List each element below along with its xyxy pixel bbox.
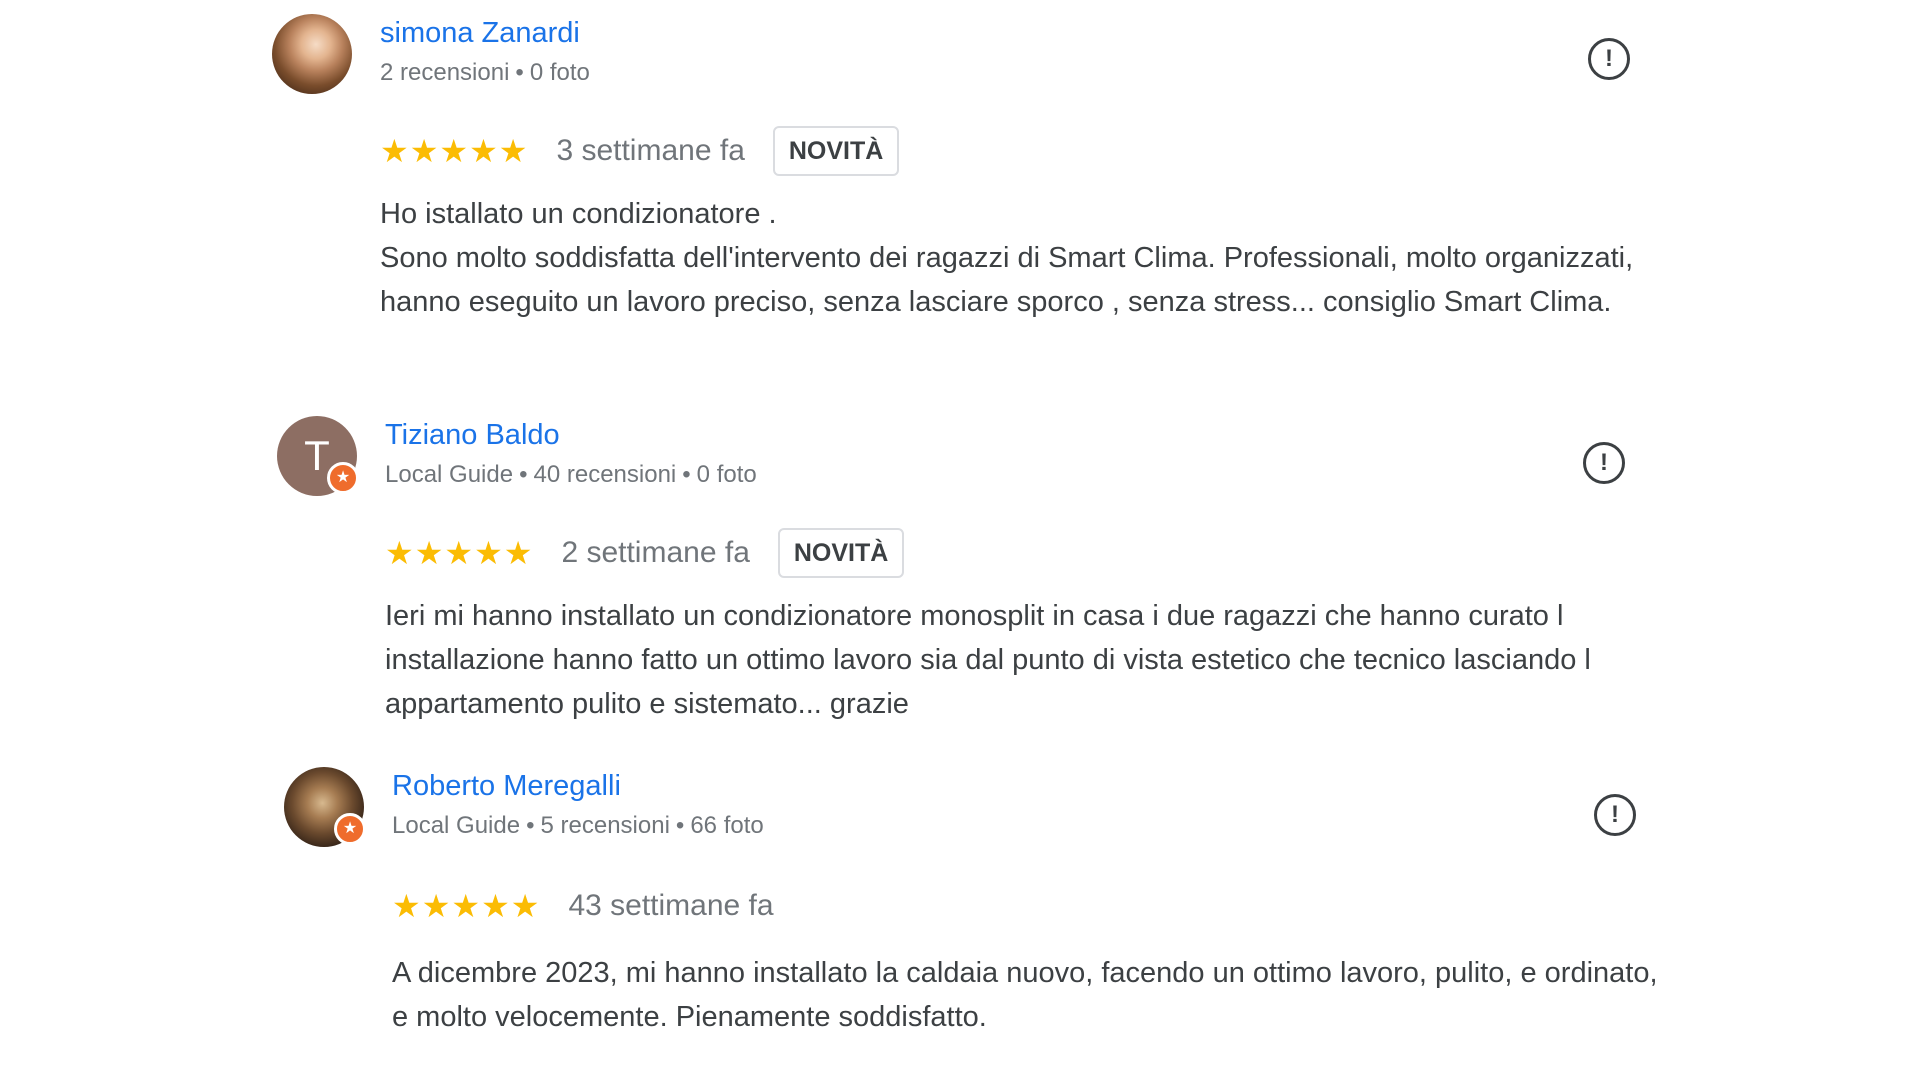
star-rating: ★★★★★ xyxy=(380,133,529,169)
reviews-list: simona Zanardi 2 recensioni • 0 foto ! ★★★… xyxy=(0,0,1920,1080)
author-name-link[interactable]: Tiziano Baldo xyxy=(385,416,757,454)
separator-dot: • xyxy=(682,461,691,488)
report-icon[interactable]: ! xyxy=(1583,442,1625,484)
photo-count: 66 foto xyxy=(690,812,764,839)
separator-dot: • xyxy=(526,812,535,839)
new-badge: NOVITÀ xyxy=(772,126,900,176)
separator-dot: • xyxy=(675,812,685,839)
report-icon[interactable]: ! xyxy=(1588,38,1630,80)
avatar[interactable] xyxy=(272,14,352,94)
rating-row: ★★★★★ 43 settimane fa xyxy=(392,885,774,927)
review-count: 5 recensioni xyxy=(540,812,670,839)
report-icon[interactable]: ! xyxy=(1594,794,1636,836)
local-guide-label: Local Guide xyxy=(392,812,521,839)
author-info: Tiziano Baldo Local Guide • 40 recensioni •… xyxy=(385,416,757,492)
avatar[interactable]: T ★ xyxy=(277,416,359,496)
star-rating: ★★★★★ xyxy=(385,535,534,571)
review-date: 3 settimane fa xyxy=(556,134,745,167)
star-rating: ★★★★★ xyxy=(392,888,541,924)
local-guide-star-icon: ★ xyxy=(327,462,359,494)
author-name-link[interactable]: simona Zanardi xyxy=(380,14,590,52)
photo-count: 0 foto xyxy=(529,59,590,86)
author-info: Roberto Meregalli Local Guide • 5 recensio… xyxy=(392,767,764,843)
review-date: 43 settimane fa xyxy=(568,889,774,922)
review-text: A dicembre 2023, mi hanno installato la … xyxy=(392,957,1658,1033)
review-text: Ho istallato un condizionatore . Sono mo… xyxy=(380,198,1634,318)
rating-row: ★★★★★ 3 settimane fa NOVITÀ xyxy=(380,126,900,176)
rating-row: ★★★★★ 2 settimane fa NOVITÀ xyxy=(385,528,905,578)
local-guide-star-icon: ★ xyxy=(334,813,366,845)
review-count: 2 recensioni xyxy=(380,59,510,86)
author-name-link[interactable]: Roberto Meregalli xyxy=(392,767,764,805)
local-guide-label: Local Guide xyxy=(385,461,514,488)
author-meta: Local Guide • 5 recensioni • 66 foto xyxy=(392,809,764,843)
author-meta: Local Guide • 40 recensioni • 0 foto xyxy=(385,458,757,492)
review-text: Ieri mi hanno installato un condizionato… xyxy=(385,600,1591,720)
review-date: 2 settimane fa xyxy=(561,536,750,569)
separator-dot: • xyxy=(519,461,528,488)
author-info: simona Zanardi 2 recensioni • 0 foto xyxy=(380,14,590,90)
review-count: 40 recensioni xyxy=(533,461,677,488)
avatar-photo xyxy=(272,14,352,94)
author-meta: 2 recensioni • 0 foto xyxy=(380,56,590,90)
avatar[interactable]: ★ xyxy=(284,767,366,847)
separator-dot: • xyxy=(515,59,524,86)
photo-count: 0 foto xyxy=(696,461,757,488)
new-badge: NOVITÀ xyxy=(777,528,905,578)
